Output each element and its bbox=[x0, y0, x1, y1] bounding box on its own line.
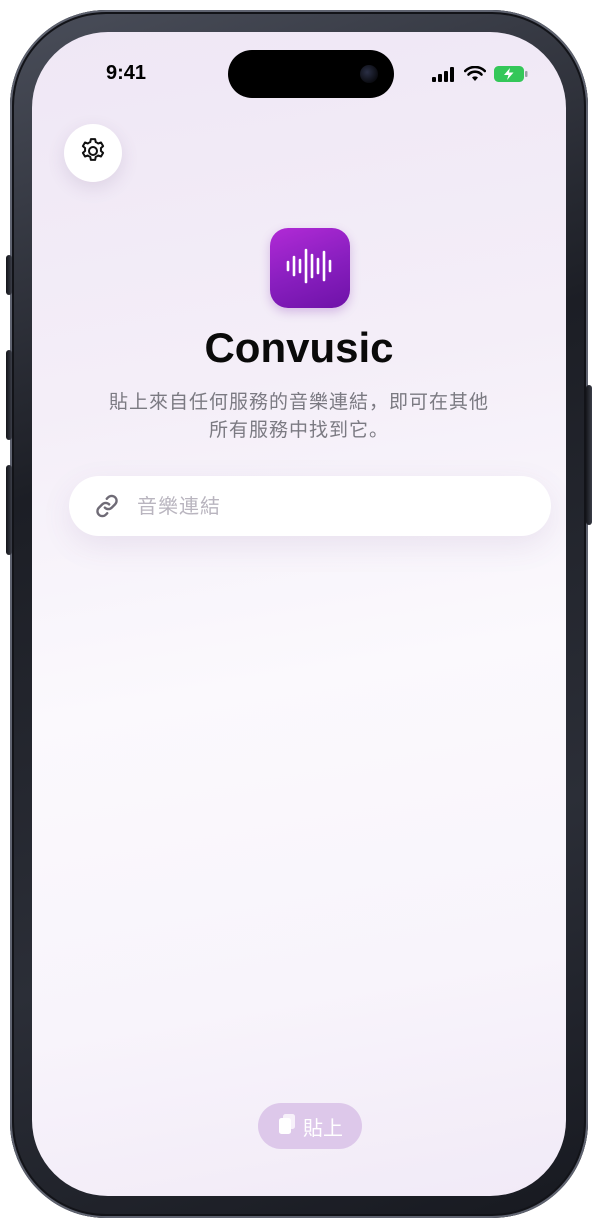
link-input-container[interactable] bbox=[69, 476, 551, 536]
dynamic-island bbox=[228, 50, 394, 98]
app-title: Convusic bbox=[204, 324, 394, 371]
app-description: 貼上來自任何服務的音樂連結，即可在其他所有服務中找到它。 bbox=[108, 391, 489, 441]
music-link-input[interactable] bbox=[135, 493, 519, 519]
phone-frame: 9:41 Convusic 貼上來自任何服務的音樂連結，即可在其他所有服務中找到… bbox=[6, 10, 592, 1218]
paste-button[interactable]: 貼上 bbox=[258, 1103, 362, 1149]
gear-icon bbox=[78, 136, 108, 170]
app-logo bbox=[270, 228, 350, 308]
waveform-icon bbox=[283, 243, 337, 293]
volume-down-button bbox=[6, 465, 12, 555]
action-button bbox=[6, 255, 12, 295]
volume-up-button bbox=[6, 350, 12, 440]
status-indicators bbox=[432, 65, 528, 86]
battery-charging-icon bbox=[494, 66, 528, 86]
paste-label: 貼上 bbox=[303, 1115, 343, 1140]
power-button bbox=[586, 385, 592, 525]
clipboard-icon bbox=[277, 1113, 297, 1140]
screen: 9:41 Convusic 貼上來自任何服務的音樂連結，即可在其他所有服務中找到… bbox=[32, 32, 566, 1196]
wifi-icon bbox=[463, 65, 487, 86]
settings-button[interactable] bbox=[64, 124, 122, 182]
camera-icon bbox=[360, 65, 378, 83]
status-time: 9:41 bbox=[106, 62, 147, 84]
link-icon bbox=[93, 492, 121, 520]
cellular-signal-icon bbox=[432, 66, 456, 86]
